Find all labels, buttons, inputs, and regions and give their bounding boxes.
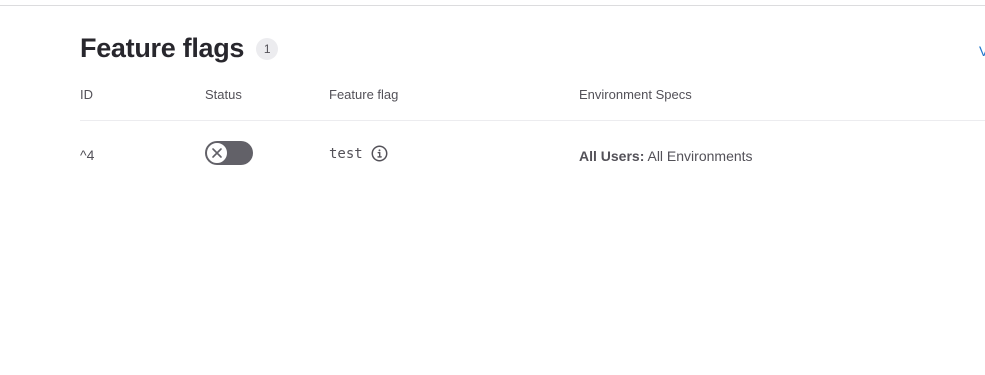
column-header-status: Status: [205, 87, 242, 102]
section-header: Feature flags 1: [80, 31, 279, 65]
count-badge: 1: [256, 38, 279, 60]
feature-flag-cell: test: [329, 145, 388, 162]
status-toggle[interactable]: [205, 141, 253, 165]
environment-spec: All Users: All Environments: [579, 148, 753, 164]
page-title: Feature flags: [80, 33, 245, 63]
flag-id: ^4: [80, 147, 95, 163]
close-icon: [212, 148, 222, 158]
column-header-id: ID: [80, 87, 93, 102]
environment-scope-value: All Environments: [647, 148, 753, 164]
column-header-environment-specs: Environment Specs: [579, 87, 692, 102]
view-link[interactable]: V: [979, 43, 985, 59]
top-divider: [0, 5, 985, 6]
feature-flag-name[interactable]: test: [329, 146, 363, 162]
header-divider: [80, 120, 985, 121]
toggle-knob: [206, 142, 228, 164]
info-icon[interactable]: [371, 145, 388, 162]
environment-scope-label: All Users:: [579, 148, 645, 164]
column-header-feature-flag: Feature flag: [329, 87, 399, 102]
